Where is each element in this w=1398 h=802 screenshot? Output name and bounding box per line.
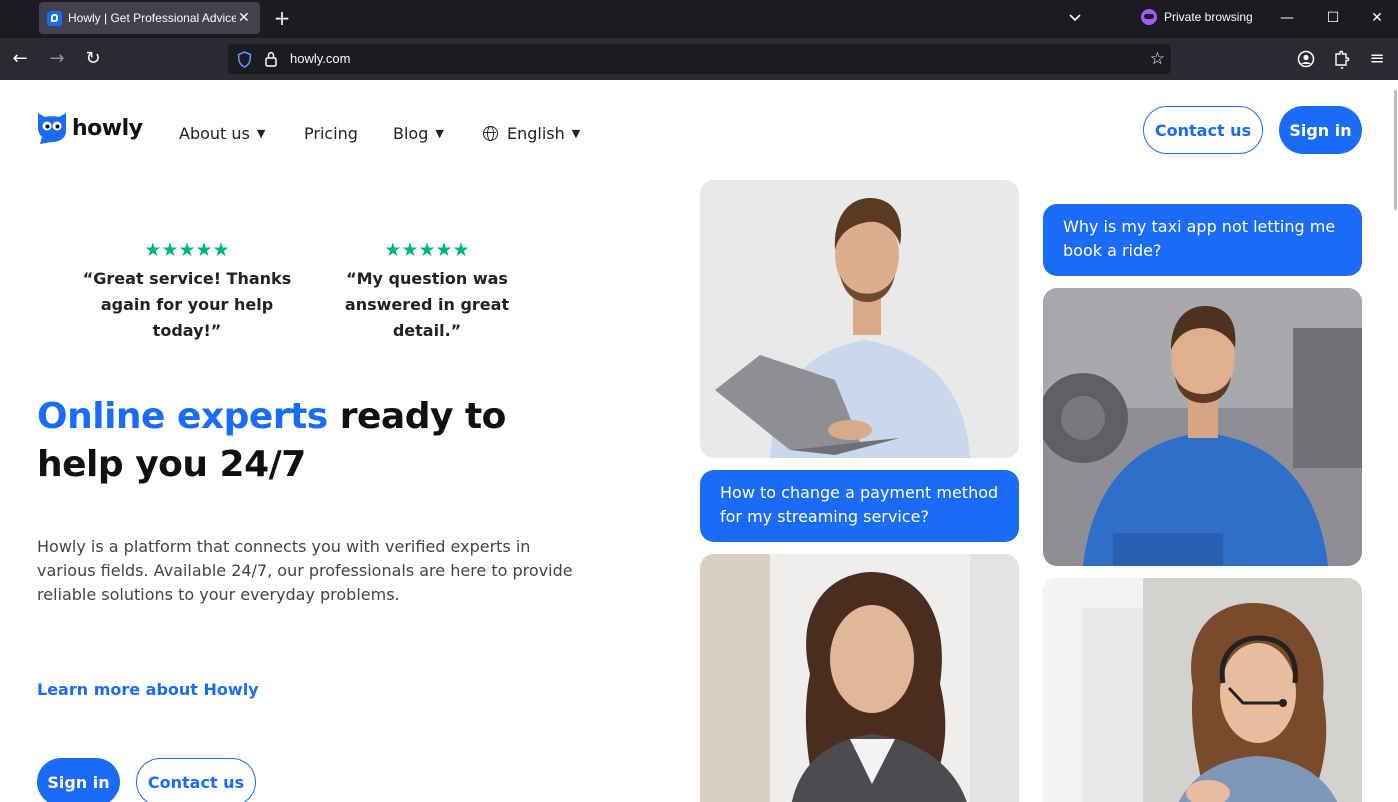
chevron-down-icon: ▼ — [571, 127, 581, 140]
rating-stars-icon: ★★★★★ — [384, 239, 470, 261]
url-text: howly.com — [290, 51, 351, 66]
private-mask-icon — [1141, 9, 1157, 25]
globe-icon — [483, 126, 498, 141]
forward-button[interactable]: → — [46, 48, 68, 70]
question-bubble: How to change a payment method for my st… — [700, 470, 1019, 542]
new-tab-button[interactable]: + — [271, 6, 293, 30]
logo-text: howly — [72, 115, 143, 141]
header-contact-button[interactable]: Contact us — [1143, 106, 1263, 154]
expert-photo-mechanic — [1043, 288, 1362, 566]
tab-title: Howly | Get Professional Advice — [68, 11, 236, 25]
extensions-puzzle-icon[interactable] — [1333, 49, 1351, 69]
review-quote: “My question was answered in great detai… — [344, 269, 510, 340]
expert-photo-businesswoman — [700, 554, 1019, 802]
private-browsing-indicator: Private browsing — [1141, 9, 1253, 25]
scrollbar-thumb[interactable] — [1394, 90, 1397, 210]
page-content: howly About us ▼ Pricing Blog ▼ English … — [0, 80, 1398, 802]
back-button[interactable]: ← — [9, 48, 31, 70]
nav-about[interactable]: About us ▼ — [179, 124, 265, 143]
hero-description: Howly is a platform that connects you wi… — [37, 537, 573, 604]
browser-tab-bar: Howly | Get Professional Advice ✕ + Priv… — [0, 0, 1398, 38]
howly-logo[interactable]: howly — [36, 111, 143, 145]
hero-headline-accent: Online experts — [37, 396, 328, 437]
nav-pricing[interactable]: Pricing — [304, 124, 358, 143]
chevron-down-icon: ▼ — [256, 127, 266, 140]
list-all-tabs-icon[interactable] — [1066, 8, 1084, 26]
language-selector[interactable]: English ▼ — [483, 124, 580, 143]
language-label: English — [507, 124, 565, 143]
expert-photo-laptop — [700, 180, 1019, 458]
rating-stars-icon: ★★★★★ — [144, 239, 230, 261]
tab-close-icon[interactable]: ✕ — [238, 10, 250, 26]
browser-tab-active[interactable]: Howly | Get Professional Advice ✕ — [39, 2, 260, 34]
howly-logo-icon — [38, 113, 66, 144]
hero-headline: Online experts ready to help you 24/7 — [37, 393, 597, 489]
nav-about-label: About us — [179, 124, 250, 143]
page-scrollbar[interactable] — [1394, 80, 1398, 802]
nav-pricing-label: Pricing — [304, 124, 358, 143]
close-window-button[interactable]: ✕ — [1366, 8, 1388, 28]
nav-blog-label: Blog — [393, 124, 429, 143]
review-card: ★★★★★ “Great service! Thanks again for y… — [82, 240, 292, 344]
app-menu-icon[interactable]: ≡ — [1366, 48, 1388, 70]
bookmark-star-icon[interactable]: ☆ — [1150, 49, 1165, 69]
expert-photo-support-agent — [1043, 578, 1362, 802]
hero-contact-button[interactable]: Contact us — [136, 758, 256, 802]
minimize-button[interactable]: — — [1276, 8, 1298, 28]
chevron-down-icon: ▼ — [435, 127, 444, 140]
address-bar[interactable]: howly.com ☆ — [228, 44, 1171, 74]
tracking-shield-icon[interactable] — [237, 51, 252, 68]
hero-signin-button[interactable]: Sign in — [37, 758, 120, 802]
account-icon[interactable] — [1297, 50, 1315, 68]
question-bubble: Why is my taxi app not letting me book a… — [1043, 204, 1362, 276]
review-quote: “Great service! Thanks again for your he… — [82, 269, 292, 340]
maximize-button[interactable]: ☐ — [1322, 8, 1344, 28]
private-browsing-label: Private browsing — [1164, 10, 1253, 24]
review-card: ★★★★★ “My question was answered in great… — [322, 240, 532, 344]
browser-nav-bar: ← → ↻ howly.com ☆ ≡ — [0, 38, 1398, 80]
lock-icon[interactable] — [264, 51, 278, 67]
nav-blog[interactable]: Blog ▼ — [393, 124, 444, 143]
reload-button[interactable]: ↻ — [82, 48, 104, 70]
header-signin-button[interactable]: Sign in — [1279, 106, 1362, 154]
learn-more-link[interactable]: Learn more about Howly — [37, 680, 259, 699]
howly-favicon-icon — [47, 10, 62, 26]
